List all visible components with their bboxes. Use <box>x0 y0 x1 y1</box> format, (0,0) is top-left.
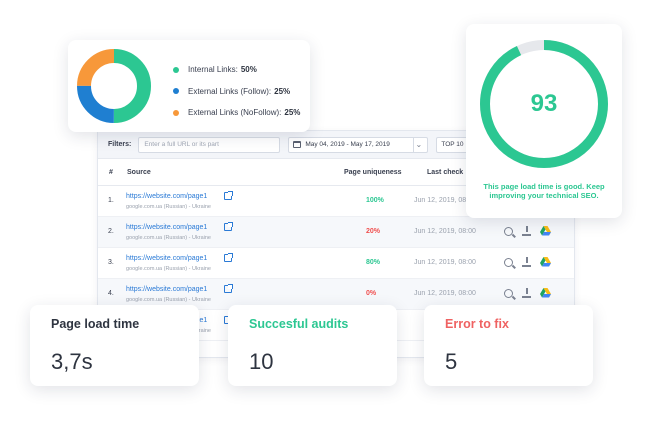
legend-item: External Links (NoFollow): 25% <box>173 102 300 124</box>
page-load-time-value: 3,7s <box>51 349 93 374</box>
row-url-link[interactable]: https://website.com/page1 <box>126 224 207 231</box>
col-source: Source <box>127 168 151 176</box>
external-link-icon[interactable] <box>224 222 233 231</box>
legend-label: Internal Links: <box>188 65 238 75</box>
page-load-time-card: Page load time 3,7s <box>30 305 199 386</box>
google-drive-icon[interactable] <box>540 288 551 298</box>
row-last-check: Jun 12, 2019, 08:00 <box>414 290 476 297</box>
filter-label: Filters: <box>108 141 132 148</box>
row-actions <box>504 288 551 298</box>
legend-label: External Links (Follow): <box>188 86 272 96</box>
errors-to-fix-title: Error to fix <box>445 317 509 331</box>
row-search-engine: google.com.ua (Russian) - Ukraine <box>126 266 211 272</box>
col-number: # <box>109 168 113 176</box>
col-last-check: Last check <box>427 168 464 176</box>
row-number: 4. <box>108 290 114 297</box>
row-actions <box>504 226 551 236</box>
url-filter-placeholder: Enter a full URL or its part <box>144 141 219 148</box>
row-number: 2. <box>108 228 114 235</box>
row-url-link[interactable]: https://website.com/page1 <box>126 286 207 293</box>
links-donut-chart <box>77 49 151 123</box>
legend-label: External Links (NoFollow): <box>188 108 282 118</box>
col-uniqueness: Page uniqueness <box>344 168 402 176</box>
search-icon[interactable] <box>504 257 513 267</box>
legend-dot <box>173 88 179 95</box>
legend-dot <box>173 66 179 73</box>
row-url-link[interactable]: https://website.com/page1 <box>126 255 207 262</box>
row-uniqueness: 0% <box>366 290 377 297</box>
errors-to-fix-card: Error to fix 5 <box>424 305 593 386</box>
row-search-engine: google.com.ua (Russian) - Ukraine <box>126 235 211 241</box>
date-range-picker[interactable]: May 04, 2019 - May 17, 2019 ⌄ <box>288 136 429 153</box>
google-drive-icon[interactable] <box>540 257 551 267</box>
successful-audits-card: Succesful audits 10 <box>228 305 397 386</box>
table-row: 2. https://website.com/page1 google.com.ua… <box>98 217 574 248</box>
search-icon[interactable] <box>504 288 513 298</box>
successful-audits-value: 10 <box>249 349 274 374</box>
calendar-icon <box>293 141 302 148</box>
legend-value: 25% <box>284 108 301 118</box>
row-search-engine: google.com.ua (Russian) - Ukraine <box>126 204 211 210</box>
date-range-value: May 04, 2019 - May 17, 2019 <box>305 141 390 148</box>
row-uniqueness: 100% <box>366 197 384 204</box>
download-icon[interactable] <box>522 288 531 298</box>
row-url-link[interactable]: https://website.com/page1 <box>126 193 207 200</box>
legend-item: External Links (Follow): 25% <box>173 81 300 103</box>
score-value: 93 <box>530 90 558 117</box>
page-load-time-title: Page load time <box>51 317 140 331</box>
row-uniqueness: 20% <box>366 228 381 235</box>
legend-value: 25% <box>274 86 291 96</box>
external-link-icon[interactable] <box>224 191 233 200</box>
row-number: 1. <box>108 197 114 204</box>
top-select-value: TOP 10 <box>441 141 464 148</box>
row-last-check: Jun 12, 2019, 08:00 <box>414 228 476 235</box>
errors-to-fix-value: 5 <box>445 349 458 374</box>
page-score-card: 93 This page load time is good. Keep imp… <box>466 24 622 218</box>
links-legend: Internal Links: 50% External Links (Follow… <box>173 59 300 124</box>
row-actions <box>504 257 551 267</box>
successful-audits-title: Succesful audits <box>249 317 349 331</box>
row-search-engine: google.com.ua (Russian) - Ukraine <box>126 297 211 303</box>
url-filter-input[interactable]: Enter a full URL or its part <box>138 136 281 153</box>
external-link-icon[interactable] <box>224 253 233 262</box>
links-distribution-card: Internal Links: 50% External Links (Follow… <box>68 40 310 132</box>
table-row: 3. https://website.com/page1 google.com.ua… <box>98 248 574 279</box>
search-icon[interactable] <box>504 226 513 236</box>
row-last-check: Jun 12, 2019, 08:00 <box>414 259 476 266</box>
chevron-down-icon: ⌄ <box>413 136 423 153</box>
download-icon[interactable] <box>522 257 531 267</box>
row-uniqueness: 80% <box>366 259 381 266</box>
legend-value: 50% <box>240 65 257 75</box>
legend-item: Internal Links: 50% <box>173 59 300 81</box>
score-message: This page load time is good. Keep improv… <box>483 182 605 200</box>
google-drive-icon[interactable] <box>540 226 551 236</box>
row-number: 3. <box>108 259 114 266</box>
download-icon[interactable] <box>522 226 531 236</box>
external-link-icon[interactable] <box>224 284 233 293</box>
legend-dot <box>173 109 179 116</box>
